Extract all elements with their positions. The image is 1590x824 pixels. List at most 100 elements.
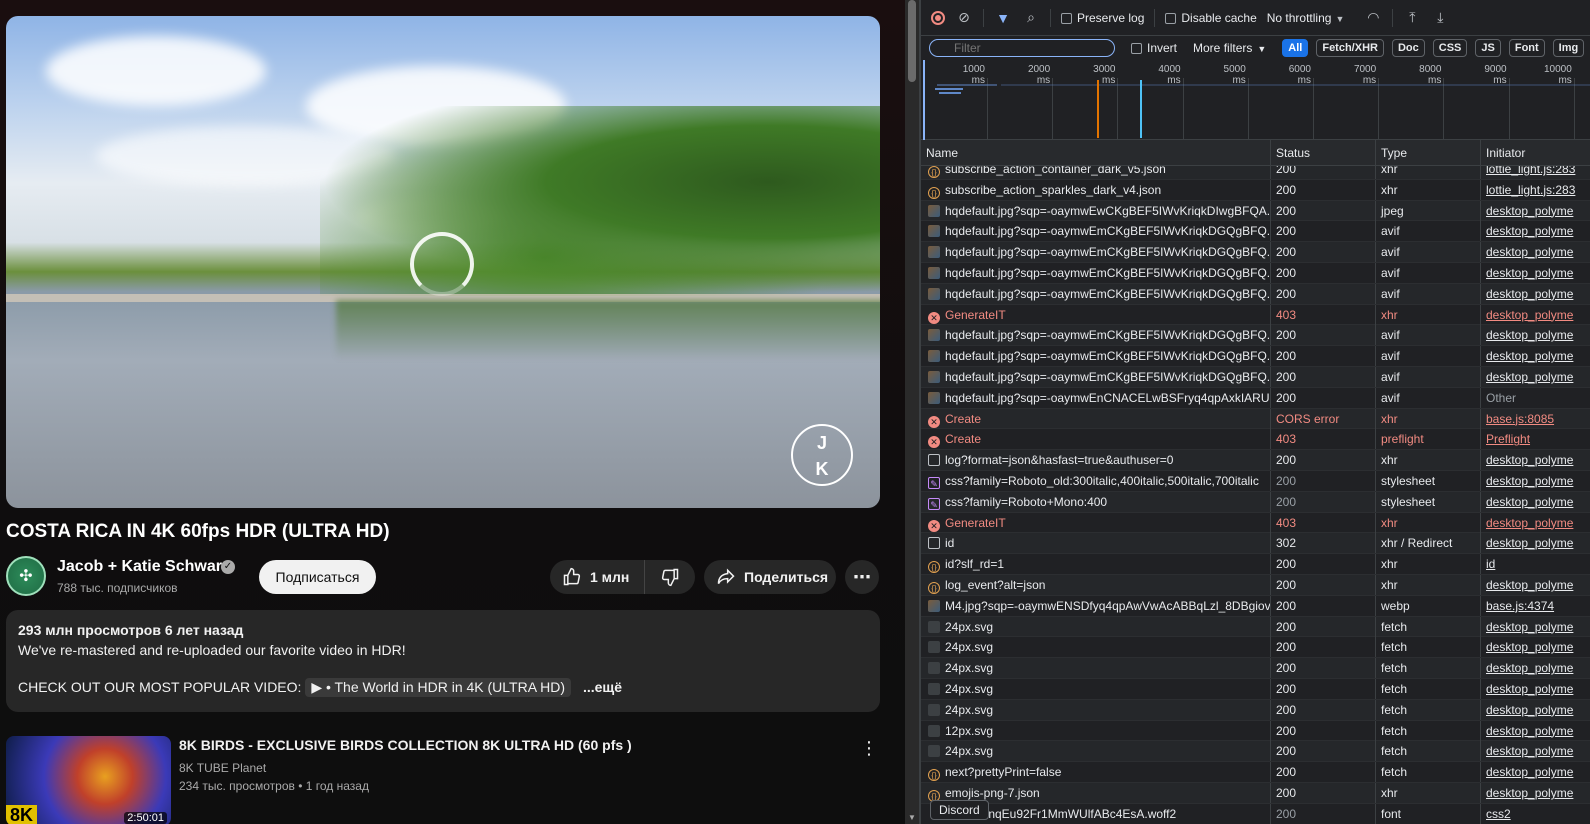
page-scrollbar[interactable]: ▼ xyxy=(905,0,919,824)
request-initiator-link[interactable]: id xyxy=(1481,554,1590,574)
request-row[interactable]: ✎ css?family=Roboto+Mono:400 200 stylesheet… xyxy=(921,491,1590,513)
channel-avatar[interactable]: ✣ xyxy=(6,556,46,596)
column-header-initiator[interactable]: Initiator xyxy=(1481,140,1590,165)
request-row[interactable]: 24px.svg 200 fetch desktop_polyme xyxy=(921,637,1590,659)
video-player[interactable]: J K xyxy=(6,16,880,508)
invert-checkbox[interactable]: Invert xyxy=(1131,41,1177,55)
request-initiator-link[interactable]: desktop_polyme xyxy=(1481,637,1590,657)
request-initiator-link[interactable]: desktop_polyme xyxy=(1481,325,1590,345)
filter-chip-font[interactable]: Font xyxy=(1508,39,1545,57)
request-initiator-link[interactable]: desktop_polyme xyxy=(1481,367,1590,387)
channel-name[interactable]: Jacob + Katie Schwarz xyxy=(57,558,230,576)
scrollbar-thumb[interactable] xyxy=(908,0,916,82)
throttling-select[interactable]: No throttling ▼ xyxy=(1267,11,1345,25)
request-initiator-link[interactable]: base.js:8085 xyxy=(1481,409,1590,429)
filter-chip-img[interactable]: Img xyxy=(1552,39,1585,57)
request-row[interactable]: 24px.svg 200 fetch desktop_polyme xyxy=(921,616,1590,638)
request-row[interactable]: KFOmCnqEu92Fr1MmWUlfABc4EsA.woff2 200 font… xyxy=(921,803,1590,824)
request-row[interactable]: M4.jpg?sqp=-oaymwENSDfyq4qpAwVwAcABBqLzl… xyxy=(921,595,1590,617)
request-row[interactable]: 24px.svg 200 fetch desktop_polyme xyxy=(921,679,1590,700)
more-filters-dropdown[interactable]: More filters ▼ xyxy=(1193,41,1266,55)
recommended-title[interactable]: 8K BIRDS - EXCLUSIVE BIRDS COLLECTION 8K… xyxy=(179,737,632,753)
request-row[interactable]: 24px.svg 200 fetch desktop_polyme xyxy=(921,699,1590,721)
request-initiator-link[interactable]: desktop_polyme xyxy=(1481,284,1590,304)
request-row[interactable]: log?format=json&hasfast=true&authuser=0 2… xyxy=(921,450,1590,471)
request-initiator-link[interactable]: base.js:4374 xyxy=(1481,596,1590,616)
request-row[interactable]: {} log_event?alt=json 200 xhr desktop_polyme xyxy=(921,575,1590,596)
disable-cache-checkbox[interactable]: Disable cache xyxy=(1165,11,1257,25)
recommended-menu-icon[interactable]: ⋮ xyxy=(860,738,878,759)
request-row[interactable]: hqdefault.jpg?sqp=-oaymwEmCKgBEF5IWvKriq… xyxy=(921,325,1590,347)
request-row[interactable]: hqdefault.jpg?sqp=-oaymwEmCKgBEF5IWvKriq… xyxy=(921,242,1590,263)
request-initiator-link[interactable]: desktop_polyme xyxy=(1481,492,1590,512)
request-row[interactable]: 24px.svg 200 fetch desktop_polyme xyxy=(921,658,1590,679)
filter-chip-js[interactable]: JS xyxy=(1475,39,1501,57)
import-har-icon[interactable]: ⤒ xyxy=(1403,9,1421,26)
request-row[interactable]: ✕ Create CORS error xhr base.js:8085 xyxy=(921,408,1590,430)
request-initiator-link[interactable]: desktop_polyme xyxy=(1481,658,1590,678)
description-video-link[interactable]: ▶ • The World in HDR in 4K (ULTRA HD) xyxy=(305,678,572,697)
request-row[interactable]: hqdefault.jpg?sqp=-oaymwEmCKgBEF5IWvKriq… xyxy=(921,221,1590,243)
request-row[interactable]: hqdefault.jpg?sqp=-oaymwEmCKgBEF5IWvKriq… xyxy=(921,367,1590,388)
request-initiator-link[interactable]: desktop_polyme xyxy=(1481,575,1590,595)
request-row[interactable]: hqdefault.jpg?sqp=-oaymwEmCKgBEF5IWvKriq… xyxy=(921,346,1590,367)
filter-chip-all[interactable]: All xyxy=(1282,39,1309,57)
request-initiator-link[interactable]: desktop_polyme xyxy=(1481,221,1590,241)
request-row[interactable]: hqdefault.jpg?sqp=-oaymwEnCNACELwBSFryq4… xyxy=(921,387,1590,409)
request-initiator-link[interactable]: desktop_polyme xyxy=(1481,762,1590,782)
request-initiator-link[interactable]: desktop_polyme xyxy=(1481,201,1590,221)
request-initiator-link[interactable]: desktop_polyme xyxy=(1481,346,1590,366)
request-initiator-link[interactable]: desktop_polyme xyxy=(1481,783,1590,803)
record-icon[interactable] xyxy=(931,10,945,25)
request-initiator-link[interactable]: desktop_polyme xyxy=(1481,741,1590,761)
request-row[interactable]: {} emojis-png-7.json 200 xhr desktop_polyme xyxy=(921,783,1590,804)
request-row[interactable]: ✕ Create 403 preflight Preflight xyxy=(921,429,1590,451)
request-row[interactable]: ✕ GenerateIT 403 xhr desktop_polyme xyxy=(921,304,1590,326)
description-box[interactable]: 293 млн просмотров 6 лет назад We've re-… xyxy=(6,610,880,712)
request-initiator-link[interactable]: desktop_polyme xyxy=(1481,533,1590,553)
request-row[interactable]: hqdefault.jpg?sqp=-oaymwEwCKgBEF5IWvKriq… xyxy=(921,200,1590,222)
request-initiator-link[interactable]: desktop_polyme xyxy=(1481,450,1590,470)
column-header-name[interactable]: Name xyxy=(921,140,1271,165)
column-header-type[interactable]: Type xyxy=(1376,140,1481,165)
request-row[interactable]: ✕ GenerateIT 403 xhr desktop_polyme xyxy=(921,512,1590,534)
share-button[interactable]: Поделиться xyxy=(704,560,836,594)
request-row[interactable]: hqdefault.jpg?sqp=-oaymwEmCKgBEF5IWvKriq… xyxy=(921,283,1590,305)
request-initiator-link[interactable]: desktop_polyme xyxy=(1481,242,1590,262)
request-row[interactable]: id 302 xhr / Redirect desktop_polyme xyxy=(921,533,1590,555)
request-initiator-link[interactable]: desktop_polyme xyxy=(1481,679,1590,699)
recommended-thumbnail[interactable]: 8K 2:50:01 xyxy=(6,736,171,824)
like-button[interactable]: 1 млн xyxy=(550,560,645,594)
request-row[interactable]: 12px.svg 200 fetch desktop_polyme xyxy=(921,720,1590,742)
request-row[interactable]: 24px.svg 200 fetch desktop_polyme xyxy=(921,741,1590,763)
request-initiator-link[interactable]: desktop_polyme xyxy=(1481,721,1590,741)
scroll-down-arrow-icon[interactable]: ▼ xyxy=(908,813,916,822)
network-overview-timeline[interactable]: 1000 ms 2000 ms 3000 ms 4000 ms 5000 ms 6000 … xyxy=(921,60,1590,140)
request-row[interactable]: ✎ css?family=Roboto_old:300italic,400ital… xyxy=(921,471,1590,492)
filter-chip-fetch-xhr[interactable]: Fetch/XHR xyxy=(1316,39,1384,57)
show-more-button[interactable]: ...ещё xyxy=(583,679,622,695)
filter-chip-css[interactable]: CSS xyxy=(1432,39,1468,57)
request-row[interactable]: {} next?prettyPrint=false 200 fetch desktop_… xyxy=(921,762,1590,783)
clear-icon[interactable]: ⊘ xyxy=(955,9,973,26)
request-initiator-link[interactable]: css2 xyxy=(1481,804,1590,824)
request-initiator-link[interactable]: lottie_light.js:283 xyxy=(1481,180,1590,200)
dislike-button[interactable] xyxy=(645,560,695,594)
filter-input[interactable] xyxy=(929,39,1115,57)
request-initiator-link[interactable]: desktop_polyme xyxy=(1481,513,1590,533)
requests-table-body[interactable]: {} subscribe_action_container_dark_v5.jso… xyxy=(921,166,1590,824)
channel-watermark[interactable]: J K xyxy=(791,424,853,486)
request-row[interactable]: {} subscribe_action_container_dark_v5.jso… xyxy=(921,166,1590,180)
filter-funnel-icon[interactable]: ▼ xyxy=(994,10,1012,26)
request-initiator-link[interactable]: desktop_polyme xyxy=(1481,617,1590,637)
request-initiator-link[interactable]: desktop_polyme xyxy=(1481,305,1590,325)
search-icon[interactable]: ⌕ xyxy=(1022,9,1040,26)
export-har-icon[interactable]: ⤓ xyxy=(1431,9,1449,26)
network-conditions-icon[interactable]: ◠ xyxy=(1364,9,1382,26)
filter-chip-doc[interactable]: Doc xyxy=(1391,39,1425,57)
request-row[interactable]: {} subscribe_action_sparkles_dark_v4.json… xyxy=(921,179,1590,201)
request-initiator-link[interactable]: desktop_polyme xyxy=(1481,471,1590,491)
subscribe-button[interactable]: Подписаться xyxy=(259,560,376,594)
column-header-status[interactable]: Status xyxy=(1271,140,1376,165)
request-initiator-link[interactable]: desktop_polyme xyxy=(1481,700,1590,720)
